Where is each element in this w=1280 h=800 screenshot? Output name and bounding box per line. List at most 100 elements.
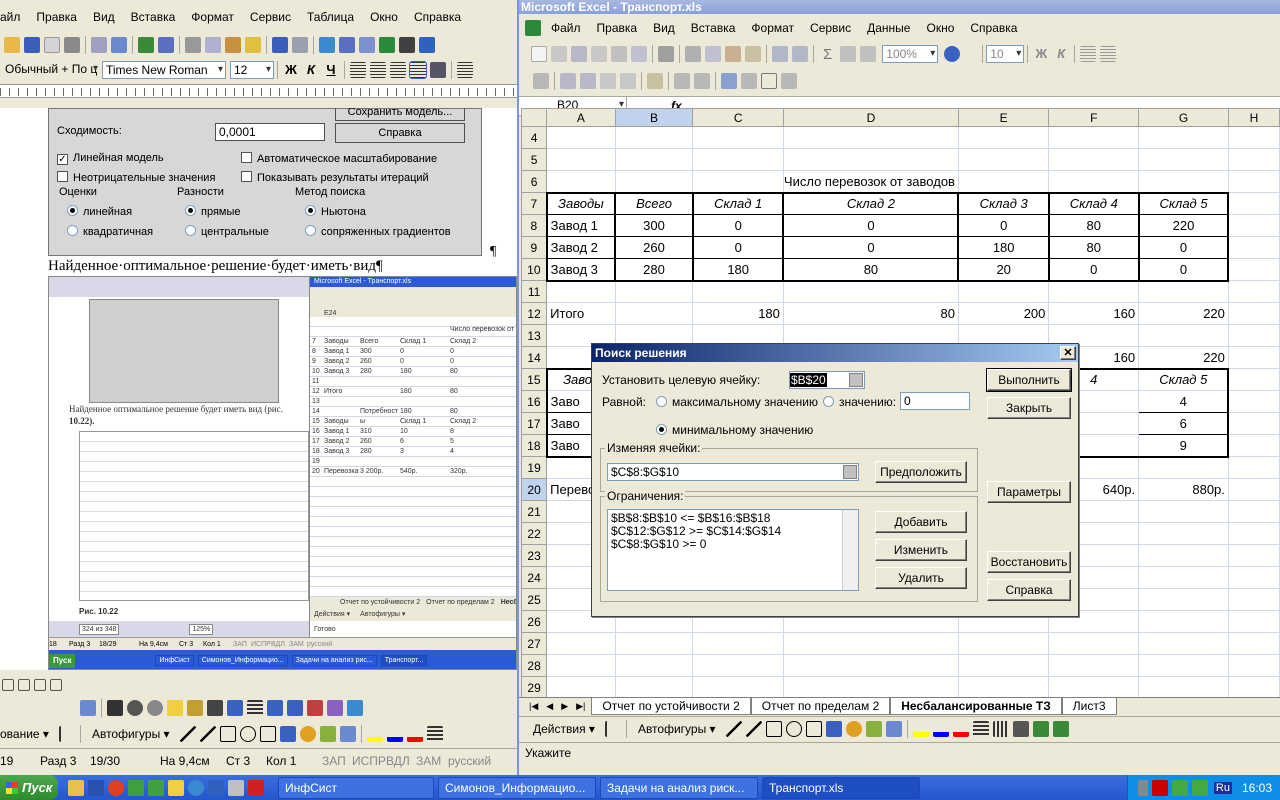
task-simonov[interactable]: Симонов_Информацио... bbox=[438, 776, 596, 799]
excel-menu-edit[interactable]: Правка bbox=[589, 18, 646, 38]
compress-icon[interactable] bbox=[267, 700, 283, 716]
cell[interactable] bbox=[1227, 346, 1280, 369]
redo-icon[interactable] bbox=[292, 37, 308, 53]
undo-icon[interactable] bbox=[272, 37, 288, 53]
cell[interactable] bbox=[1138, 588, 1229, 611]
cell[interactable]: 180 bbox=[691, 258, 785, 282]
cell[interactable]: 0 bbox=[1137, 258, 1230, 282]
cell[interactable] bbox=[957, 170, 1050, 193]
row-header[interactable]: 27 bbox=[521, 632, 548, 655]
cell[interactable] bbox=[1138, 280, 1229, 303]
cell[interactable] bbox=[1138, 654, 1229, 677]
line-color-icon[interactable] bbox=[386, 726, 403, 742]
word-menu-table[interactable]: Таблица bbox=[299, 7, 362, 27]
insert-table-icon[interactable] bbox=[359, 37, 375, 53]
value-radio[interactable] bbox=[823, 396, 834, 407]
excel-undo-icon[interactable] bbox=[772, 46, 788, 62]
cell[interactable] bbox=[692, 170, 784, 193]
excel-align-center-icon[interactable] bbox=[1100, 46, 1117, 62]
insert-picture-icon[interactable] bbox=[80, 700, 96, 716]
save-icon[interactable] bbox=[24, 37, 40, 53]
excel-bold-button[interactable]: Ж bbox=[1031, 45, 1051, 63]
circle-invalid-icon[interactable] bbox=[674, 73, 690, 89]
row-header[interactable]: 15 bbox=[521, 368, 548, 391]
cell[interactable] bbox=[957, 148, 1050, 171]
web-view-icon[interactable] bbox=[18, 679, 30, 691]
cell[interactable] bbox=[1227, 544, 1280, 567]
font-color-icon[interactable] bbox=[406, 726, 423, 742]
excel-app-icon[interactable] bbox=[525, 20, 541, 36]
row-header[interactable]: 25 bbox=[521, 588, 548, 611]
word-menu-format[interactable]: Формат bbox=[183, 7, 242, 27]
cell[interactable]: Число перевозок от заводов bbox=[782, 170, 959, 193]
cell[interactable] bbox=[1138, 632, 1229, 655]
excel-menu-file[interactable]: Файл bbox=[543, 18, 589, 38]
align-center-icon[interactable] bbox=[370, 62, 386, 78]
help-button[interactable]: Справка bbox=[987, 579, 1071, 601]
row-header[interactable]: 28 bbox=[521, 654, 548, 677]
row-header[interactable]: 22 bbox=[521, 522, 548, 545]
cell[interactable] bbox=[1227, 676, 1280, 697]
justify-icon[interactable] bbox=[409, 61, 427, 79]
ql-acrobat-icon[interactable] bbox=[248, 779, 264, 796]
cell[interactable] bbox=[1227, 214, 1280, 237]
tray-kaspersky-icon[interactable] bbox=[1151, 779, 1168, 796]
excel-paste-icon[interactable] bbox=[725, 46, 741, 62]
color-icon[interactable] bbox=[107, 700, 123, 716]
cell[interactable] bbox=[1227, 170, 1280, 193]
row-header[interactable]: 17 bbox=[521, 412, 548, 435]
cell[interactable] bbox=[1227, 456, 1280, 479]
excel-shadow-icon[interactable] bbox=[1032, 720, 1049, 737]
grid-corner[interactable] bbox=[521, 108, 548, 127]
excel-preview-icon[interactable] bbox=[631, 46, 647, 62]
cell[interactable] bbox=[1227, 500, 1280, 523]
cell[interactable]: 6 bbox=[1138, 412, 1230, 435]
cell[interactable] bbox=[1227, 632, 1280, 655]
cell[interactable]: 0 bbox=[1047, 258, 1140, 282]
arrow-icon[interactable] bbox=[199, 726, 216, 742]
fill-color-icon[interactable] bbox=[366, 726, 383, 742]
trace-dependents-icon[interactable] bbox=[580, 73, 596, 89]
word-document-area[interactable]: Сходимость: 0,0001 Сохранить модель... С… bbox=[0, 108, 517, 670]
cell[interactable] bbox=[614, 148, 694, 171]
ql-browser-icon[interactable] bbox=[108, 779, 124, 796]
cell[interactable]: 880р. bbox=[1138, 478, 1229, 501]
cell[interactable] bbox=[1138, 676, 1229, 697]
delete-constraint-button[interactable]: Удалить bbox=[875, 567, 967, 589]
cell[interactable] bbox=[614, 170, 694, 193]
paste-icon[interactable] bbox=[225, 37, 241, 53]
cell[interactable]: 0 bbox=[782, 214, 960, 237]
cell[interactable] bbox=[614, 654, 694, 677]
cell[interactable]: 180 bbox=[692, 302, 784, 325]
cell[interactable] bbox=[1048, 632, 1140, 655]
cell[interactable] bbox=[1227, 148, 1280, 171]
tab-prev-icon[interactable]: ◀ bbox=[546, 701, 553, 712]
row-header[interactable]: 24 bbox=[521, 566, 548, 589]
cell[interactable]: Завод 1 bbox=[545, 214, 617, 237]
excel-open-icon[interactable] bbox=[551, 46, 567, 62]
excel-permission-icon[interactable] bbox=[591, 46, 607, 62]
document-paragraph[interactable]: Найденное·оптимальное·решение·будет·имет… bbox=[48, 258, 383, 275]
min-radio[interactable] bbox=[656, 424, 667, 435]
insert-excel-icon[interactable] bbox=[379, 37, 395, 53]
diagram-icon[interactable] bbox=[299, 726, 316, 742]
cell[interactable] bbox=[1227, 522, 1280, 545]
cell[interactable]: 0 bbox=[1137, 236, 1230, 259]
sheet-tab-limits[interactable]: Отчет по пределам 2 bbox=[750, 697, 891, 715]
ql-outlook-icon[interactable] bbox=[208, 779, 224, 796]
excel-zoom-combo[interactable]: 100% bbox=[882, 45, 939, 63]
excel-dash-style-icon[interactable] bbox=[992, 720, 1009, 737]
cell[interactable] bbox=[1227, 258, 1280, 281]
outline-view-icon[interactable] bbox=[50, 679, 62, 691]
max-radio[interactable] bbox=[656, 396, 667, 407]
constraints-list[interactable]: $B$8:$B$10 <= $B$16:$B$18 $C$12:$G$12 >=… bbox=[607, 509, 859, 591]
excel-clipart-icon[interactable] bbox=[865, 720, 882, 737]
row-header[interactable]: 19 bbox=[521, 456, 548, 479]
cell[interactable]: Склад 3 bbox=[957, 191, 1050, 215]
cell[interactable]: 4 bbox=[1138, 390, 1230, 413]
cell[interactable] bbox=[546, 654, 616, 677]
row-header[interactable]: 8 bbox=[521, 214, 548, 237]
excel-arrow-icon[interactable] bbox=[745, 720, 762, 737]
sheet-tab-sheet3[interactable]: Лист3 bbox=[1061, 697, 1117, 715]
evaluate-formula-icon[interactable] bbox=[741, 73, 757, 89]
